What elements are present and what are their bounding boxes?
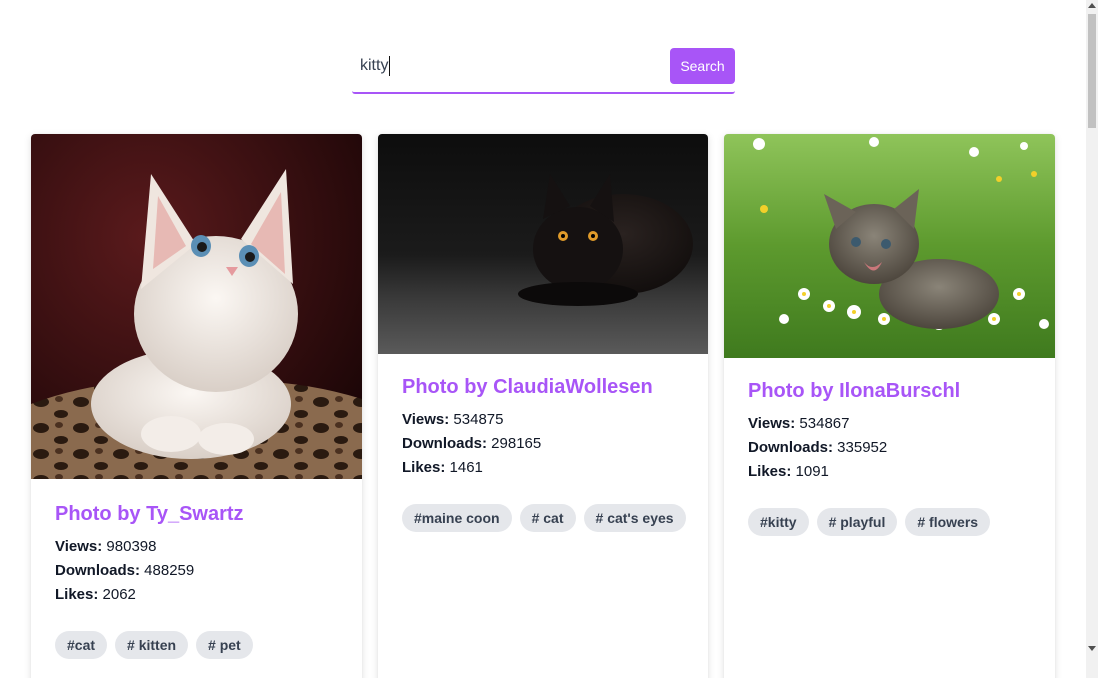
likes-stat: Likes: 1091 [748,460,1031,484]
downloads-stat: Downloads: 298165 [402,432,684,456]
views-label: Views: [55,538,103,555]
views-label: Views: [402,411,450,428]
vertical-scrollbar[interactable] [1086,0,1098,678]
likes-value: 2062 [102,586,136,603]
search-input[interactable] [352,48,664,84]
photographer-title: Photo by IlonaBurschl [748,380,961,402]
downloads-label: Downloads: [748,439,833,456]
views-value: 534867 [799,415,850,432]
likes-label: Likes: [748,463,792,480]
tabby-kitten-in-flowers-photo[interactable] [724,134,1055,358]
card-body: Photo by IlonaBurschl Views: 534867 Down… [724,358,1055,484]
tag-list: #maine coon # cat # cat's eyes [378,480,708,556]
downloads-value: 335952 [837,439,888,456]
likes-stat: Likes: 2062 [55,583,338,607]
views-value: 534875 [453,411,504,428]
scroll-up-arrow-icon[interactable] [1088,3,1096,8]
downloads-value: 488259 [144,562,195,579]
tag[interactable]: # kitten [115,631,189,659]
photo-card[interactable]: Photo by ClaudiaWollesen Views: 534875 D… [378,134,708,678]
tag[interactable]: # playful [816,508,898,536]
likes-label: Likes: [55,586,99,603]
tag[interactable]: #cat [55,631,108,659]
views-label: Views: [748,415,796,432]
views-stat: Views: 534867 [748,412,1031,436]
scrollbar-thumb[interactable] [1088,14,1096,128]
black-cat-photo[interactable] [378,134,708,354]
photo-card[interactable]: Photo by Ty_Swartz Views: 980398 Downloa… [31,134,362,678]
card-body: Photo by ClaudiaWollesen Views: 534875 D… [378,354,708,480]
downloads-value: 298165 [491,435,542,452]
scroll-down-arrow-icon[interactable] [1088,646,1096,651]
views-stat: Views: 534875 [402,408,684,432]
search-form: Search [352,48,735,94]
views-stat: Views: 980398 [55,535,338,559]
likes-value: 1091 [795,463,829,480]
search-button[interactable]: Search [670,48,735,84]
tag[interactable]: # cat [519,504,576,532]
tag-list: #cat # kitten # pet [31,607,362,678]
likes-label: Likes: [402,459,446,476]
photographer-title: Photo by ClaudiaWollesen [402,376,653,398]
tag[interactable]: # flowers [905,508,991,536]
photo-card[interactable]: Photo by IlonaBurschl Views: 534867 Down… [724,134,1055,678]
downloads-label: Downloads: [402,435,487,452]
text-caret [389,56,390,76]
downloads-label: Downloads: [55,562,140,579]
photographer-title: Photo by Ty_Swartz [55,503,244,525]
downloads-stat: Downloads: 335952 [748,436,1031,460]
downloads-stat: Downloads: 488259 [55,559,338,583]
tag[interactable]: #maine coon [402,504,512,532]
tag[interactable]: # cat's eyes [583,504,686,532]
tag[interactable]: # pet [196,631,253,659]
tag[interactable]: #kitty [748,508,809,536]
views-value: 980398 [106,538,157,555]
likes-value: 1461 [449,459,483,476]
tag-list: #kitty # playful # flowers [724,484,1055,560]
likes-stat: Likes: 1461 [402,456,684,480]
page: Search [0,0,1086,678]
card-body: Photo by Ty_Swartz Views: 980398 Downloa… [31,479,362,607]
white-kitten-photo[interactable] [31,134,362,479]
